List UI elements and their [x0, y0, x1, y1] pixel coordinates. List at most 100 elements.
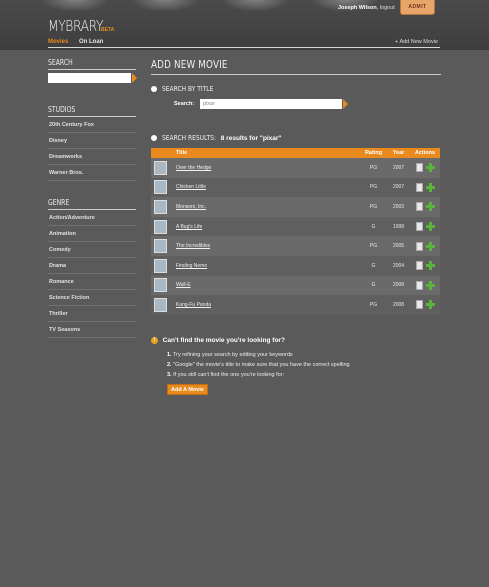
- search-by-title-row: SEARCH BY TITLE: [151, 85, 441, 93]
- search-heading: SEARCH: [48, 58, 73, 67]
- title-search-submit-arrow-icon[interactable]: [343, 99, 348, 109]
- help-step: 2. "Google" the movie's title to make su…: [167, 362, 350, 369]
- title-header[interactable]: Title: [173, 148, 360, 158]
- genre-item[interactable]: Thriller: [48, 306, 136, 322]
- help-title: Can't find the movie you're looking for?: [162, 337, 285, 344]
- movie-poster[interactable]: [154, 297, 167, 312]
- genre-item[interactable]: Animation: [48, 226, 136, 242]
- movie-poster[interactable]: [154, 180, 167, 195]
- movie-title-link[interactable]: Chicken Little: [176, 184, 206, 190]
- divider: [48, 69, 136, 70]
- spotlight: [220, 0, 290, 12]
- rating-cell: PG: [360, 295, 387, 315]
- search-by-title-radio[interactable]: [151, 86, 157, 93]
- movie-title-link[interactable]: Kung-Fu Panda: [176, 302, 211, 308]
- tab-on-loan[interactable]: On Loan: [79, 39, 103, 45]
- add-icon[interactable]: [425, 261, 435, 271]
- movie-poster[interactable]: [154, 278, 167, 293]
- thumb-header: [151, 148, 173, 158]
- logo[interactable]: MYBRARY: [48, 17, 103, 35]
- main-nav: Movies On Loan: [48, 39, 112, 45]
- details-icon[interactable]: [415, 163, 423, 173]
- search-label: Search:: [174, 101, 195, 107]
- rating-cell: PG: [360, 177, 387, 198]
- genre-item[interactable]: TV Seasons: [48, 322, 136, 338]
- studio-item[interactable]: Dreamworks: [48, 149, 136, 165]
- movie-title-link[interactable]: Wall-E: [176, 282, 191, 288]
- studio-item[interactable]: Disney: [48, 133, 136, 149]
- genre-item[interactable]: Comedy: [48, 242, 136, 258]
- details-icon[interactable]: [415, 261, 423, 271]
- year-cell: 2008: [387, 295, 410, 315]
- studio-item[interactable]: Warner Bros.: [48, 165, 136, 181]
- sidebar: SEARCH STUDIOS 20th Century Fox Disney D…: [48, 58, 137, 338]
- genre-item[interactable]: Science Fiction: [48, 290, 136, 306]
- table-row: The Incredibles PG 2005: [151, 236, 440, 256]
- search-results-radio[interactable]: [151, 135, 157, 142]
- admit-ticket-icon[interactable]: ADMIT: [400, 0, 435, 15]
- info-icon: !: [151, 337, 158, 344]
- rating-cell: G: [360, 255, 387, 276]
- search-submit-arrow-icon[interactable]: [132, 73, 137, 83]
- movie-poster[interactable]: [154, 199, 167, 214]
- year-header[interactable]: Year: [387, 148, 410, 158]
- add-icon[interactable]: [425, 280, 435, 290]
- details-icon[interactable]: [415, 182, 423, 192]
- rating-cell: PG: [360, 236, 387, 256]
- results-table: Title Rating Year Actions Over the Hedge…: [151, 148, 440, 315]
- details-icon[interactable]: [415, 300, 423, 310]
- year-cell: 2007: [387, 177, 410, 198]
- movie-poster[interactable]: [154, 219, 167, 234]
- rating-cell: PG: [360, 158, 387, 178]
- genre-item[interactable]: Romance: [48, 274, 136, 290]
- help-step: 1. Try refining your search by editing y…: [167, 352, 293, 359]
- main-content: ADD NEW MOVIE SEARCH BY TITLE: [151, 58, 441, 93]
- movie-title-link[interactable]: A Bug's Life: [176, 224, 202, 230]
- genre-item[interactable]: Drama: [48, 258, 136, 274]
- movie-title-link[interactable]: Finding Nemo: [176, 263, 207, 269]
- tab-movies[interactable]: Movies: [48, 39, 68, 45]
- add-new-movie-label: Add New Movie: [399, 39, 438, 45]
- movie-title-link[interactable]: Over the Hedge: [176, 165, 211, 171]
- table-row: Kung-Fu Panda PG 2008: [151, 295, 440, 315]
- username: Joseph Wilson: [338, 5, 377, 11]
- rating-header[interactable]: Rating: [360, 148, 387, 158]
- add-icon[interactable]: [425, 300, 435, 310]
- table-row: Wall-E G 2008: [151, 275, 440, 296]
- table-row: A Bug's Life G 1998: [151, 216, 440, 237]
- logout-link[interactable]: logout: [380, 5, 395, 11]
- add-icon[interactable]: [425, 202, 435, 212]
- spotlight: [130, 0, 200, 12]
- year-cell: 2008: [387, 275, 410, 296]
- year-cell: 1998: [387, 216, 410, 237]
- header-divider: [48, 47, 440, 48]
- table-row: Over the Hedge PG 2007: [151, 158, 440, 178]
- add-icon[interactable]: [425, 163, 435, 173]
- user-info: Joseph Wilson, logout: [338, 5, 395, 11]
- beta-badge: BETA: [101, 27, 115, 33]
- add-icon[interactable]: [425, 241, 435, 251]
- sidebar-search: [48, 73, 137, 84]
- table-row: Chicken Little PG 2007: [151, 177, 440, 198]
- movie-poster[interactable]: [154, 258, 167, 273]
- search-results-row: SEARCH RESULTS: 8 results for "pixar": [151, 134, 281, 142]
- add-icon[interactable]: [425, 222, 435, 232]
- details-icon[interactable]: [415, 241, 423, 251]
- movie-title-link[interactable]: Monsers, Inc.: [176, 204, 206, 210]
- movie-title-link[interactable]: The Incredibles: [176, 243, 210, 249]
- spotlight: [40, 0, 110, 12]
- sidebar-search-input[interactable]: [48, 73, 131, 83]
- add-a-movie-button[interactable]: Add A Movie: [167, 384, 208, 395]
- studio-item[interactable]: 20th Century Fox: [48, 117, 136, 133]
- movie-poster[interactable]: [154, 160, 167, 175]
- search-results-label: SEARCH RESULTS:: [161, 134, 216, 142]
- add-new-movie-link[interactable]: + Add New Movie: [395, 39, 438, 45]
- details-icon[interactable]: [415, 222, 423, 232]
- rating-cell: G: [360, 216, 387, 237]
- details-icon[interactable]: [415, 280, 423, 290]
- details-icon[interactable]: [415, 202, 423, 212]
- movie-poster[interactable]: [154, 239, 167, 254]
- title-search-input[interactable]: pixar: [200, 99, 342, 109]
- genre-item[interactable]: Action/Adventure: [48, 210, 136, 226]
- add-icon[interactable]: [425, 182, 435, 192]
